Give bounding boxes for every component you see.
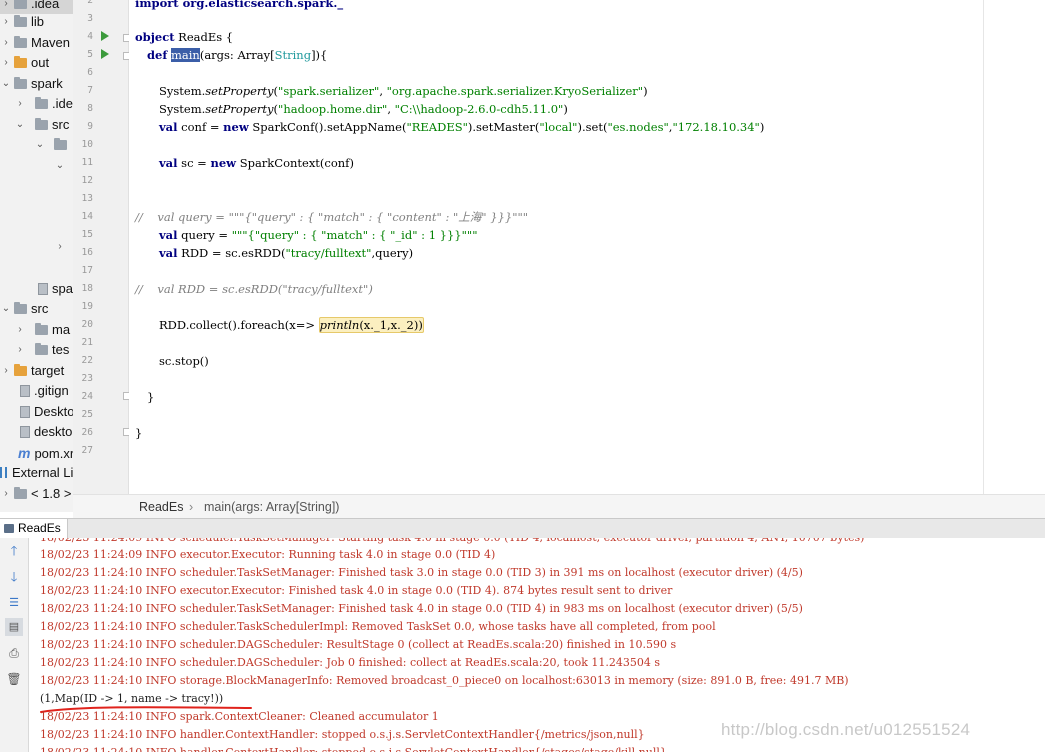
file-icon — [20, 406, 30, 418]
log-line: 18/02/23 11:24:10 INFO executor.Executor… — [40, 584, 673, 597]
code-line-20: RDD.collect().foreach(x=> println(x._1,x… — [159, 317, 424, 333]
code-line-15: val query = """{"query" : { "match" : { … — [159, 228, 478, 242]
maven-icon: m — [18, 445, 31, 461]
log-line: 18/02/23 11:24:10 INFO scheduler.DAGSche… — [40, 656, 660, 669]
line-number: 26 — [81, 427, 93, 438]
run-toolbar: 🡑 🡓 ☰ ▤ ⎙ 🗑 — [0, 538, 29, 752]
line-number: 15 — [81, 229, 93, 240]
code-line-26: } — [135, 426, 143, 440]
code-line-9: val conf = new SparkConf().setAppName("R… — [159, 120, 765, 134]
breadcrumb-method[interactable]: main(args: Array[String]) — [204, 495, 339, 519]
code-line-2: import org.elasticsearch.spark._ — [135, 0, 344, 10]
folder-icon — [35, 343, 48, 355]
folder-icon — [35, 97, 48, 109]
line-number: 20 — [81, 319, 93, 330]
folder-icon — [14, 15, 27, 27]
line-number: 3 — [87, 13, 93, 24]
line-number: 5 — [87, 49, 93, 60]
line-number: 2 — [87, 0, 93, 6]
scroll-up-icon[interactable]: 🡑 — [5, 542, 23, 560]
log-line: 18/02/23 11:24:10 INFO handler.ContextHa… — [40, 744, 667, 752]
line-number: 13 — [81, 193, 93, 204]
folder-icon — [14, 487, 27, 499]
code-line-24: } — [147, 390, 155, 404]
line-number: 14 — [81, 211, 93, 222]
run-console[interactable]: 18/02/23 11:24:09 INFO scheduler.TaskSet… — [29, 538, 1045, 752]
scroll-to-end-icon[interactable]: ▤ — [5, 618, 23, 636]
breadcrumb-separator: › — [189, 500, 194, 514]
line-number: 6 — [87, 67, 93, 78]
code-line-14: // val query = """{"query" : { "match" :… — [135, 210, 529, 224]
code-line-22: sc.stop() — [159, 354, 209, 368]
folder-icon — [35, 323, 48, 335]
run-tab-readEs[interactable]: ReadEs — [0, 519, 68, 538]
folder-icon — [14, 0, 27, 9]
line-number: 27 — [81, 445, 93, 456]
folder-icon — [35, 118, 48, 130]
line-number: 23 — [81, 373, 93, 384]
soft-wrap-icon[interactable]: ☰ — [5, 594, 23, 612]
log-line: 18/02/23 11:24:10 INFO storage.BlockMana… — [40, 674, 849, 687]
code-editor[interactable]: import org.elasticsearch.spark._ object … — [129, 0, 1045, 494]
line-number: 12 — [81, 175, 93, 186]
file-icon — [20, 385, 30, 397]
log-line: 18/02/23 11:24:10 INFO handler.ContextHa… — [40, 728, 645, 741]
log-line: 18/02/23 11:24:10 INFO spark.ContextClea… — [40, 710, 439, 723]
code-line-16: val RDD = sc.esRDD("tracy/fulltext",quer… — [159, 246, 414, 260]
code-line-7: System.setProperty("spark.serializer", "… — [159, 84, 648, 98]
folder-icon — [14, 302, 27, 314]
folder-orange-icon — [14, 56, 27, 68]
log-line: 18/02/23 11:24:10 INFO scheduler.TaskSet… — [40, 566, 803, 579]
editor-gutter[interactable]: 2 3 4 5 6 7 8 9 10 11 12 13 14 15 16 17 … — [73, 0, 131, 494]
scroll-down-icon[interactable]: 🡓 — [5, 568, 23, 586]
code-line-4: object ReadEs { — [135, 30, 234, 44]
log-line: 18/02/23 11:24:10 INFO scheduler.DAGSche… — [40, 638, 677, 651]
folder-icon — [14, 36, 27, 48]
line-number: 19 — [81, 301, 93, 312]
line-number: 17 — [81, 265, 93, 276]
line-number: 11 — [81, 157, 93, 168]
line-number: 24 — [81, 391, 93, 402]
line-number: 7 — [87, 85, 93, 96]
line-number: 21 — [81, 337, 93, 348]
line-number: 18 — [81, 283, 93, 294]
trash-icon[interactable]: 🗑 — [5, 670, 23, 688]
project-tree[interactable]: › .idea › lib › Maven › out ⌄ spark › .ide ⌄ sr… — [0, 0, 73, 512]
right-margin-guide — [983, 0, 984, 494]
code-line-8: System.setProperty("hadoop.home.dir", "C… — [159, 102, 568, 116]
line-number: 8 — [87, 103, 93, 114]
code-line-11: val sc = new SparkContext(conf) — [159, 156, 354, 170]
line-number: 9 — [87, 121, 93, 132]
log-line: 18/02/23 11:24:09 INFO executor.Executor… — [40, 548, 496, 561]
file-icon — [38, 283, 48, 295]
matched-paren-highlight: println(x._1,x._2)) — [318, 317, 424, 333]
breadcrumb: ReadEs › main(args: Array[String]) — [73, 494, 1045, 519]
line-number: 16 — [81, 247, 93, 258]
run-main-icon[interactable] — [101, 49, 109, 59]
print-icon[interactable]: ⎙ — [5, 644, 23, 662]
code-line-18: // val RDD = sc.esRDD("tracy/fulltext") — [135, 282, 373, 296]
line-number: 10 — [81, 139, 93, 150]
breadcrumb-object[interactable]: ReadEs — [139, 495, 183, 519]
run-object-icon[interactable] — [101, 31, 109, 41]
line-number: 25 — [81, 409, 93, 420]
library-icon — [0, 467, 7, 478]
folder-icon — [14, 77, 27, 89]
log-line: 18/02/23 11:24:10 INFO scheduler.TaskSet… — [40, 602, 803, 615]
watermark: http://blog.csdn.net/u012551524 — [721, 720, 971, 739]
folder-orange-icon — [14, 364, 27, 376]
line-number: 22 — [81, 355, 93, 366]
folder-icon — [54, 138, 67, 150]
selected-main-token: main — [170, 48, 200, 62]
line-number: 4 — [87, 31, 93, 42]
code-line-5: def main(args: Array[String]){ — [147, 48, 328, 62]
log-line: 18/02/23 11:24:10 INFO scheduler.TaskSch… — [40, 620, 716, 633]
file-icon — [20, 426, 30, 438]
run-tool-window-header: ReadEs — [0, 518, 1045, 539]
